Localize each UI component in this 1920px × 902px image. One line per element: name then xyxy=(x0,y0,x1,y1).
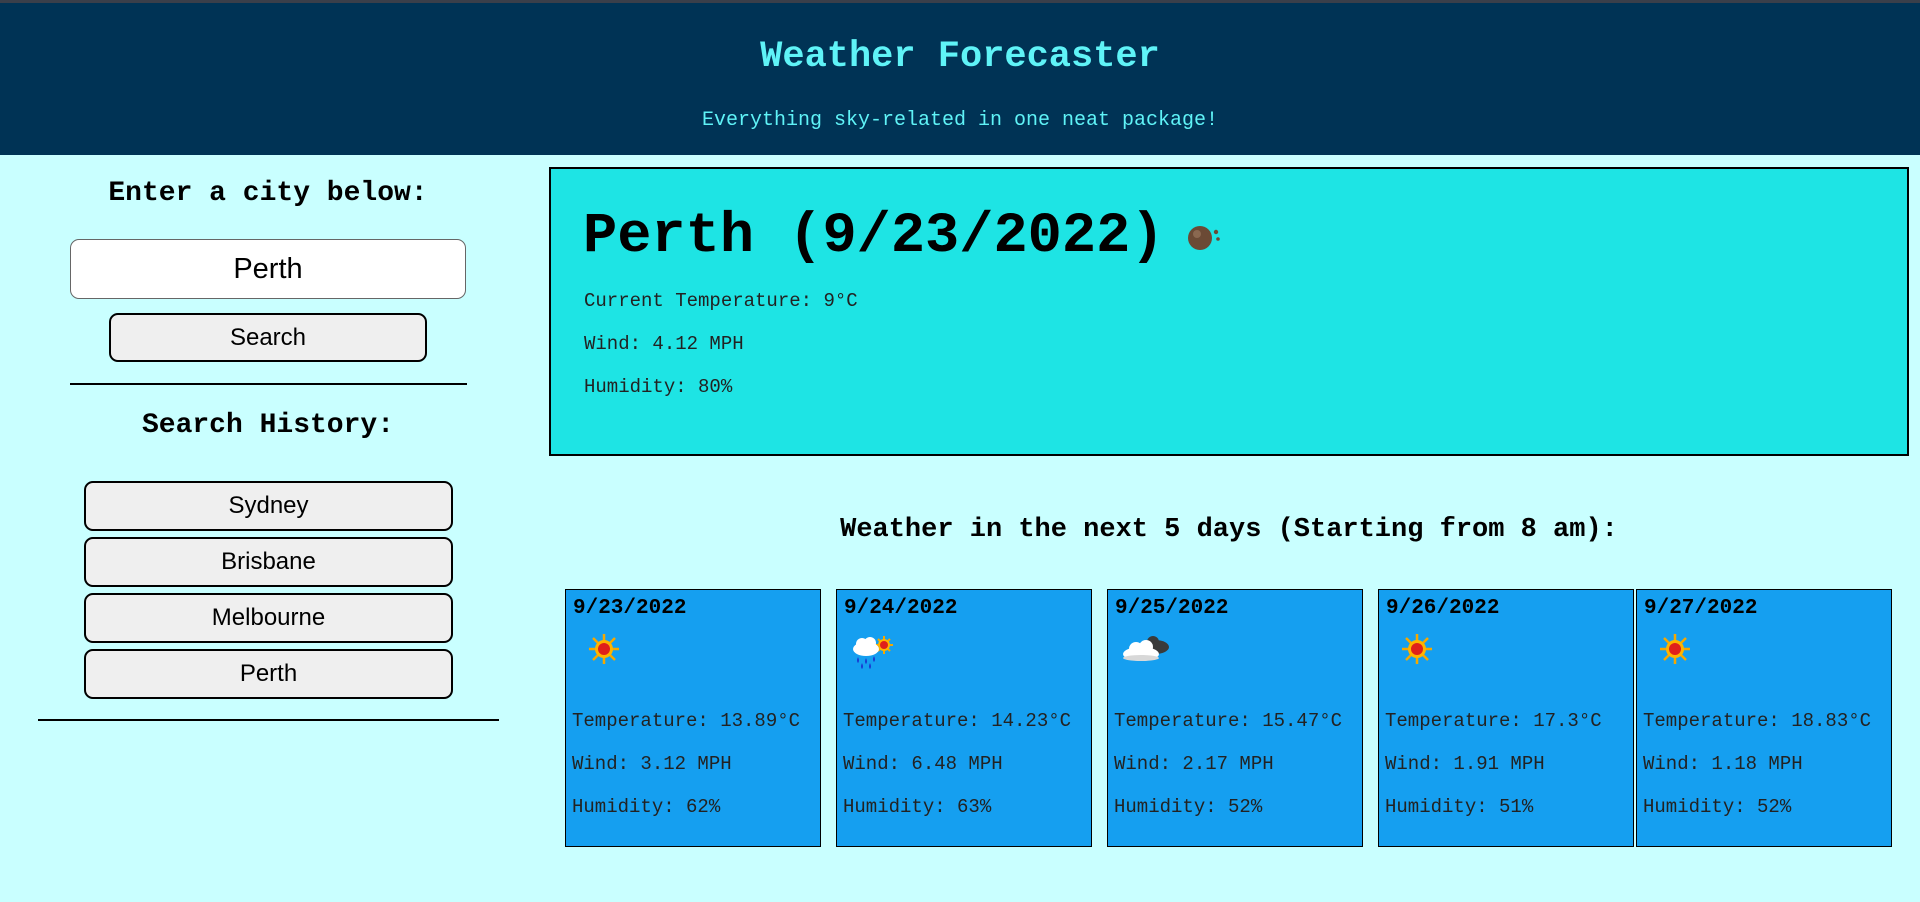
current-weather-card: Perth (9/23/2022) Current Temperature: 9… xyxy=(549,167,1909,456)
sidebar: Enter a city below: Search Search Histor… xyxy=(0,155,540,902)
history-button-perth[interactable]: Perth xyxy=(84,649,453,699)
sun-icon xyxy=(578,630,634,670)
forecast-wind: Wind: 2.17 MPH xyxy=(1114,753,1274,775)
current-heading: Perth (9/23/2022) xyxy=(583,205,1225,269)
current-wind: Wind: 4.12 MPH xyxy=(584,333,744,355)
forecast-heading: Weather in the next 5 days (Starting fro… xyxy=(840,515,1618,545)
cloud-icon xyxy=(1119,630,1175,670)
sun-icon xyxy=(1391,630,1447,670)
sun-icon xyxy=(1649,630,1705,670)
app-subtitle: Everything sky-related in one neat packa… xyxy=(701,109,1219,132)
forecast-date: 9/26/2022 xyxy=(1386,597,1500,620)
enter-city-label: Enter a city below: xyxy=(108,178,428,209)
forecast-wind: Wind: 1.91 MPH xyxy=(1385,753,1545,775)
forecast-temperature: Temperature: 18.83°C xyxy=(1643,710,1872,732)
forecast-card: 9/24/2022 Temperature: 14.23°C Wind: 6.4… xyxy=(836,589,1092,847)
forecast-card: 9/27/2022 Temperature: 18.83°C Wind: 1.1… xyxy=(1636,589,1892,847)
forecast-wind: Wind: 6.48 MPH xyxy=(843,753,1003,775)
forecast-humidity: Humidity: 62% xyxy=(572,796,721,818)
app-title: Weather Forecaster xyxy=(760,36,1160,78)
divider xyxy=(70,383,467,385)
search-button[interactable]: Search xyxy=(109,313,427,362)
forecast-temperature: Temperature: 17.3°C xyxy=(1385,710,1602,732)
current-temperature: Current Temperature: 9°C xyxy=(584,290,858,312)
city-input[interactable] xyxy=(70,239,466,299)
page-header: Weather Forecaster Everything sky-relate… xyxy=(0,3,1920,155)
forecast-wind: Wind: 3.12 MPH xyxy=(572,753,732,775)
forecast-card: 9/26/2022 Temperature: 17.3°C Wind: 1.91… xyxy=(1378,589,1634,847)
forecast-humidity: Humidity: 51% xyxy=(1385,796,1534,818)
forecast-wind: Wind: 1.18 MPH xyxy=(1643,753,1803,775)
forecast-humidity: Humidity: 52% xyxy=(1643,796,1792,818)
forecast-date: 9/25/2022 xyxy=(1115,597,1229,620)
forecast-temperature: Temperature: 14.23°C xyxy=(843,710,1072,732)
search-history-label: Search History: xyxy=(141,410,395,441)
forecast-date: 9/27/2022 xyxy=(1644,597,1758,620)
forecast-date: 9/24/2022 xyxy=(844,597,958,620)
history-button-melbourne[interactable]: Melbourne xyxy=(84,593,453,643)
history-button-sydney[interactable]: Sydney xyxy=(84,481,453,531)
current-city-date: Perth (9/23/2022) xyxy=(583,205,1165,269)
divider xyxy=(38,719,499,721)
forecast-humidity: Humidity: 63% xyxy=(843,796,992,818)
history-button-brisbane[interactable]: Brisbane xyxy=(84,537,453,587)
forecast-temperature: Temperature: 13.89°C xyxy=(572,710,801,732)
forecast-card: 9/23/2022 Temperature: 13.89°C Wind: 3.1… xyxy=(565,589,821,847)
forecast-date: 9/23/2022 xyxy=(573,597,687,620)
rain-sun-icon xyxy=(848,630,904,670)
search-history-list: Sydney Brisbane Melbourne Perth xyxy=(84,481,453,705)
haze-icon xyxy=(1185,213,1225,253)
current-humidity: Humidity: 80% xyxy=(584,376,733,398)
forecast-card: 9/25/2022 Temperature: 15.47°C Wind: 2.1… xyxy=(1107,589,1363,847)
forecast-humidity: Humidity: 52% xyxy=(1114,796,1263,818)
forecast-temperature: Temperature: 15.47°C xyxy=(1114,710,1343,732)
